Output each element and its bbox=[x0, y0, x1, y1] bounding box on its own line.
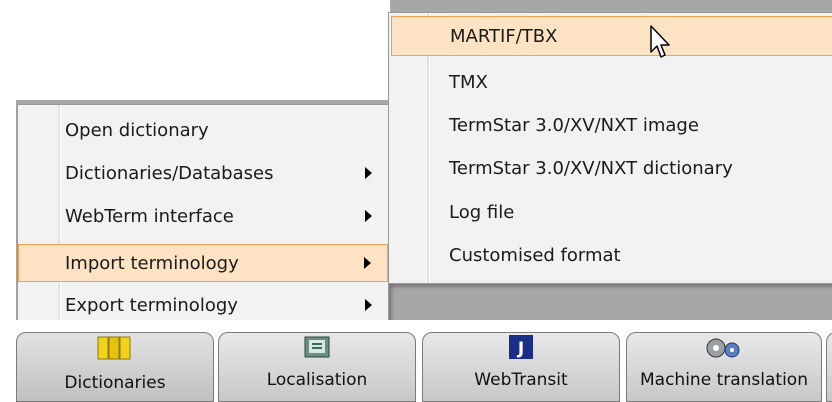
mouse-cursor-icon bbox=[650, 25, 670, 58]
svg-text:J: J bbox=[517, 339, 524, 359]
backdrop-white-area bbox=[0, 0, 390, 100]
menu-item-export-terminology[interactable]: Export terminology bbox=[18, 286, 388, 324]
backdrop-white-strip bbox=[0, 100, 16, 320]
menu-item-webterm-interface[interactable]: WebTerm interface bbox=[18, 197, 388, 235]
submenu-item-label: MARTIF/TBX bbox=[450, 25, 558, 47]
tab-label: Localisation bbox=[266, 370, 368, 390]
main-menu: Open dictionary Dictionaries/Databases W… bbox=[17, 104, 389, 326]
tab-partial[interactable] bbox=[826, 332, 832, 402]
submenu-item-log-file[interactable]: Log file bbox=[389, 193, 832, 231]
menu-item-label: Dictionaries/Databases bbox=[65, 162, 274, 184]
menu-item-open-dictionary[interactable]: Open dictionary bbox=[18, 111, 388, 149]
webtransit-icon: J bbox=[509, 335, 533, 359]
submenu-item-label: TermStar 3.0/XV/NXT image bbox=[449, 114, 699, 136]
menu-item-dictionaries-databases[interactable]: Dictionaries/Databases bbox=[18, 154, 388, 192]
submenu-item-customised-format[interactable]: Customised format bbox=[389, 236, 832, 274]
localisation-icon bbox=[304, 336, 330, 358]
submenu-item-label: Log file bbox=[449, 201, 515, 223]
dictionaries-icon bbox=[97, 336, 131, 360]
menu-item-label: Import terminology bbox=[65, 252, 239, 274]
submenu-item-martif-tbx[interactable]: MARTIF/TBX bbox=[391, 16, 832, 56]
tab-label: Dictionaries bbox=[64, 373, 166, 393]
menu-item-label: WebTerm interface bbox=[65, 205, 234, 227]
menu-item-import-terminology[interactable]: Import terminology bbox=[18, 244, 388, 282]
menu-item-label: Export terminology bbox=[65, 294, 238, 316]
submenu-item-tmx[interactable]: TMX bbox=[389, 63, 832, 101]
tab-localisation[interactable]: Localisation bbox=[218, 332, 416, 402]
import-submenu: MARTIF/TBX TMX TermStar 3.0/XV/NXT image… bbox=[388, 12, 832, 284]
submenu-item-label: Customised format bbox=[449, 244, 621, 266]
tab-label: WebTransit bbox=[474, 370, 568, 390]
tab-label: Machine translation bbox=[640, 370, 808, 390]
submenu-item-label: TMX bbox=[449, 71, 488, 93]
tab-dictionaries[interactable]: Dictionaries bbox=[16, 332, 214, 402]
menu-item-label: Open dictionary bbox=[65, 119, 209, 141]
submenu-arrow-icon bbox=[365, 299, 372, 311]
submenu-item-label: TermStar 3.0/XV/NXT dictionary bbox=[449, 157, 733, 179]
submenu-arrow-icon bbox=[365, 210, 372, 222]
tab-machine-translation[interactable]: Machine translation bbox=[626, 332, 822, 402]
submenu-item-termstar-image[interactable]: TermStar 3.0/XV/NXT image bbox=[389, 106, 832, 144]
submenu-arrow-icon bbox=[365, 167, 372, 179]
tab-webtransit[interactable]: J WebTransit bbox=[422, 332, 620, 402]
machine-translation-icon bbox=[706, 338, 740, 358]
module-tab-bar: Dictionaries Localisation J WebTransit M… bbox=[0, 320, 832, 402]
submenu-item-termstar-dictionary[interactable]: TermStar 3.0/XV/NXT dictionary bbox=[389, 149, 832, 187]
submenu-arrow-icon bbox=[364, 257, 371, 269]
